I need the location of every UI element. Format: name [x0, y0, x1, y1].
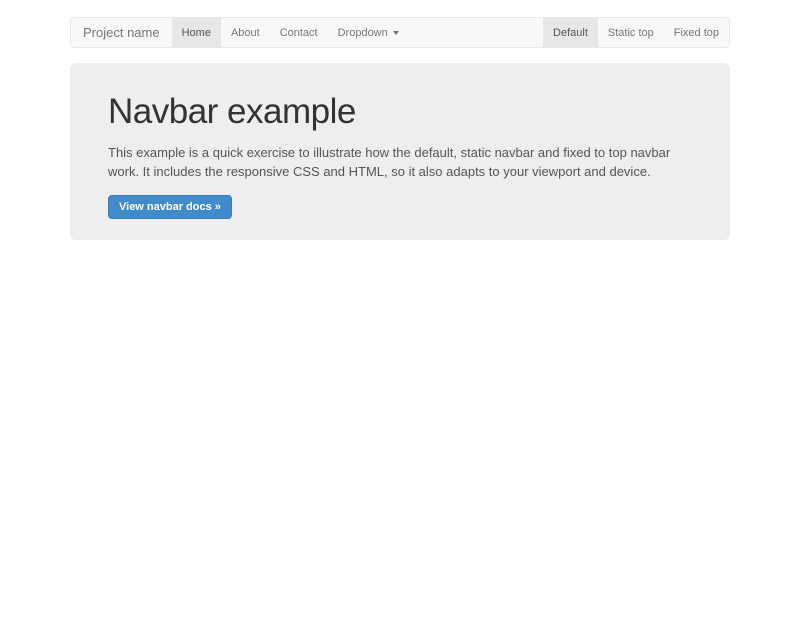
view-navbar-docs-button[interactable]: View navbar docs » [108, 195, 232, 219]
nav-item-home[interactable]: Home [172, 18, 221, 47]
nav-item-about[interactable]: About [221, 18, 270, 47]
nav-item-dropdown[interactable]: Dropdown [328, 18, 409, 47]
nav-item-static-top-label: Static top [608, 27, 654, 39]
nav-item-contact-label: Contact [280, 27, 318, 39]
nav-item-default-label: Default [553, 27, 588, 39]
page-container: Project name Home About Contact Dropdown… [70, 17, 730, 240]
nav-item-fixed-top-label: Fixed top [674, 27, 719, 39]
nav-item-static-top[interactable]: Static top [598, 18, 664, 47]
navbar-right-nav: Default Static top Fixed top [543, 18, 729, 47]
caret-down-icon [393, 31, 399, 35]
nav-item-dropdown-label: Dropdown [338, 27, 388, 39]
nav-item-about-label: About [231, 27, 260, 39]
navbar-brand[interactable]: Project name [71, 18, 172, 47]
nav-item-default[interactable]: Default [543, 18, 598, 47]
navbar-left-nav: Home About Contact Dropdown [172, 18, 409, 47]
navbar: Project name Home About Contact Dropdown… [70, 17, 730, 48]
jumbotron: Navbar example This example is a quick e… [70, 63, 730, 240]
jumbotron-description: This example is a quick exercise to illu… [108, 143, 692, 181]
nav-item-home-label: Home [182, 27, 211, 39]
jumbotron-title: Navbar example [108, 91, 692, 133]
nav-item-fixed-top[interactable]: Fixed top [664, 18, 729, 47]
nav-item-contact[interactable]: Contact [270, 18, 328, 47]
